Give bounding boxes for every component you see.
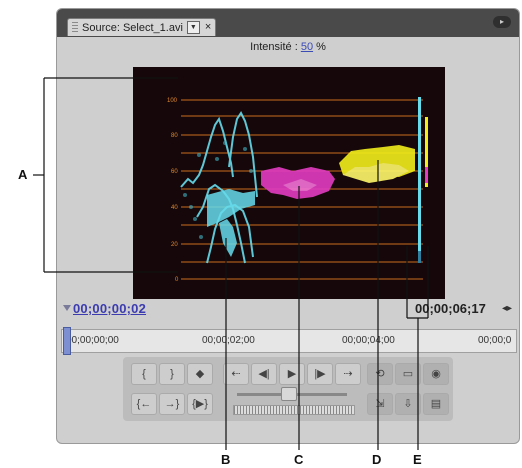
- callout-lines: [33, 77, 429, 450]
- callout-e: E: [413, 452, 422, 467]
- callout-a: A: [18, 167, 28, 182]
- callout-d: D: [372, 452, 382, 467]
- callout-c: C: [294, 452, 304, 467]
- callout-b: B: [221, 452, 231, 467]
